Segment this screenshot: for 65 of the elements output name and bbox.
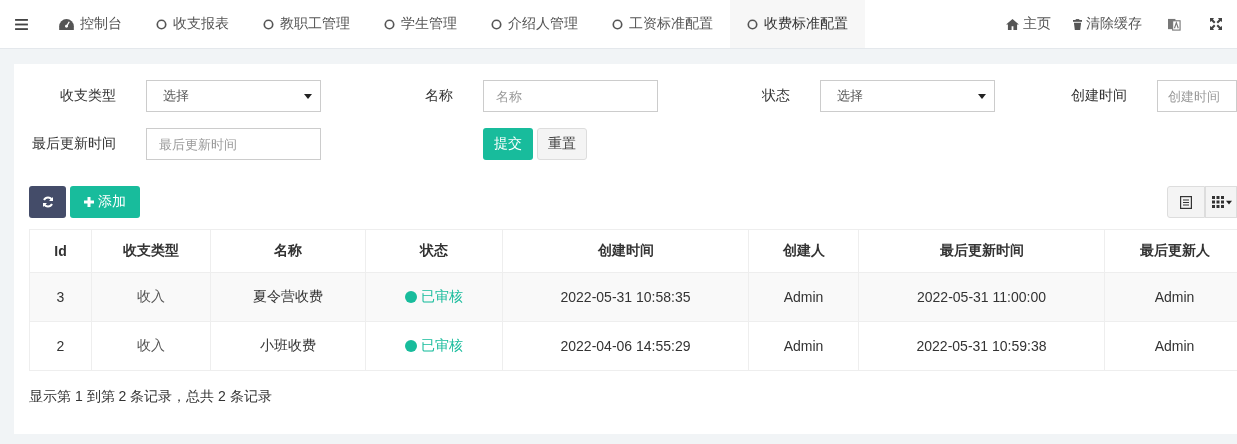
table-cell: 2022-05-31 11:00:00: [858, 272, 1105, 322]
table-cell: 收入: [91, 272, 211, 322]
field-label: 状态: [761, 87, 790, 105]
refresh-button[interactable]: [29, 186, 66, 218]
table-cell: 收入: [91, 321, 211, 371]
circle-icon: [384, 18, 395, 30]
columns-button[interactable]: [1205, 186, 1237, 218]
input-field[interactable]: 最后更新时间: [146, 128, 321, 160]
column-header: 名称: [210, 229, 366, 273]
table-cell: Admin: [748, 272, 859, 322]
caret-icon: [304, 93, 312, 99]
table-cell: 2: [29, 321, 92, 371]
field-label: 创建时间: [1070, 87, 1127, 105]
caret-icon: [1226, 199, 1232, 205]
circle-icon: [263, 18, 274, 30]
pagination-info: 显示第 1 到第 2 条记录，总共 2 条记录: [29, 388, 272, 406]
table-cell: 2022-05-31 10:59:38: [858, 321, 1105, 371]
refresh-icon: [41, 196, 54, 208]
nav-tab[interactable]: 收支报表: [139, 0, 246, 48]
column-header: 最后更新人: [1104, 229, 1237, 273]
home-icon: [1006, 18, 1019, 30]
nav-tab[interactable]: 学生管理: [367, 0, 474, 48]
nav-tab[interactable]: 收费标准配置: [730, 0, 865, 48]
plus-icon: [84, 197, 94, 207]
nav-tab[interactable]: 工资标准配置: [595, 0, 730, 48]
column-header: 状态: [365, 229, 503, 273]
nav-link[interactable]: 清除缓存: [1062, 0, 1153, 48]
table-cell: 小班收费: [210, 321, 366, 371]
circle-icon: [612, 18, 623, 30]
select-field[interactable]: 选择: [820, 80, 995, 112]
table-cell: Admin: [748, 321, 859, 371]
circle-icon: [747, 18, 758, 30]
table-cell: 2022-05-31 10:58:35: [502, 272, 749, 322]
field-label: 名称: [424, 87, 453, 105]
input-field[interactable]: 创建时间: [1157, 80, 1237, 112]
column-header: 创建人: [748, 229, 859, 273]
column-header: Id: [29, 229, 92, 273]
nav-link[interactable]: 主页: [995, 0, 1062, 48]
column-header: 创建时间: [502, 229, 749, 273]
fullscreen-icon: [1210, 18, 1222, 30]
table-cell: 夏令营收费: [210, 272, 366, 322]
circle-icon: [491, 18, 502, 30]
field-label: 收支类型: [59, 87, 116, 105]
caret-icon: [978, 93, 986, 99]
field-label: 最后更新时间: [31, 135, 116, 153]
column-header: 最后更新时间: [858, 229, 1105, 273]
nav-tab[interactable]: 介绍人管理: [474, 0, 595, 48]
translate-icon: [1167, 17, 1181, 31]
table-cell: 3: [29, 272, 92, 322]
input-field[interactable]: 名称: [483, 80, 658, 112]
gauge-icon: [59, 18, 74, 30]
list-icon: [1180, 195, 1192, 209]
reset-button[interactable]: 重置: [537, 128, 587, 160]
grid-icon: [1212, 196, 1224, 208]
column-header: 收支类型: [91, 229, 211, 273]
nav-tab[interactable]: 教职工管理: [246, 0, 367, 48]
table-cell: 2022-04-06 14:55:29: [502, 321, 749, 371]
circle-icon: [156, 18, 167, 30]
status-label: 已审核: [421, 288, 463, 306]
nav-tab[interactable]: 控制台: [42, 0, 139, 48]
menu-icon: [14, 18, 28, 30]
list-view-button[interactable]: [1167, 186, 1205, 218]
status-label: 已审核: [421, 337, 463, 355]
select-field[interactable]: 选择: [146, 80, 321, 112]
trash-icon: [1073, 18, 1082, 30]
